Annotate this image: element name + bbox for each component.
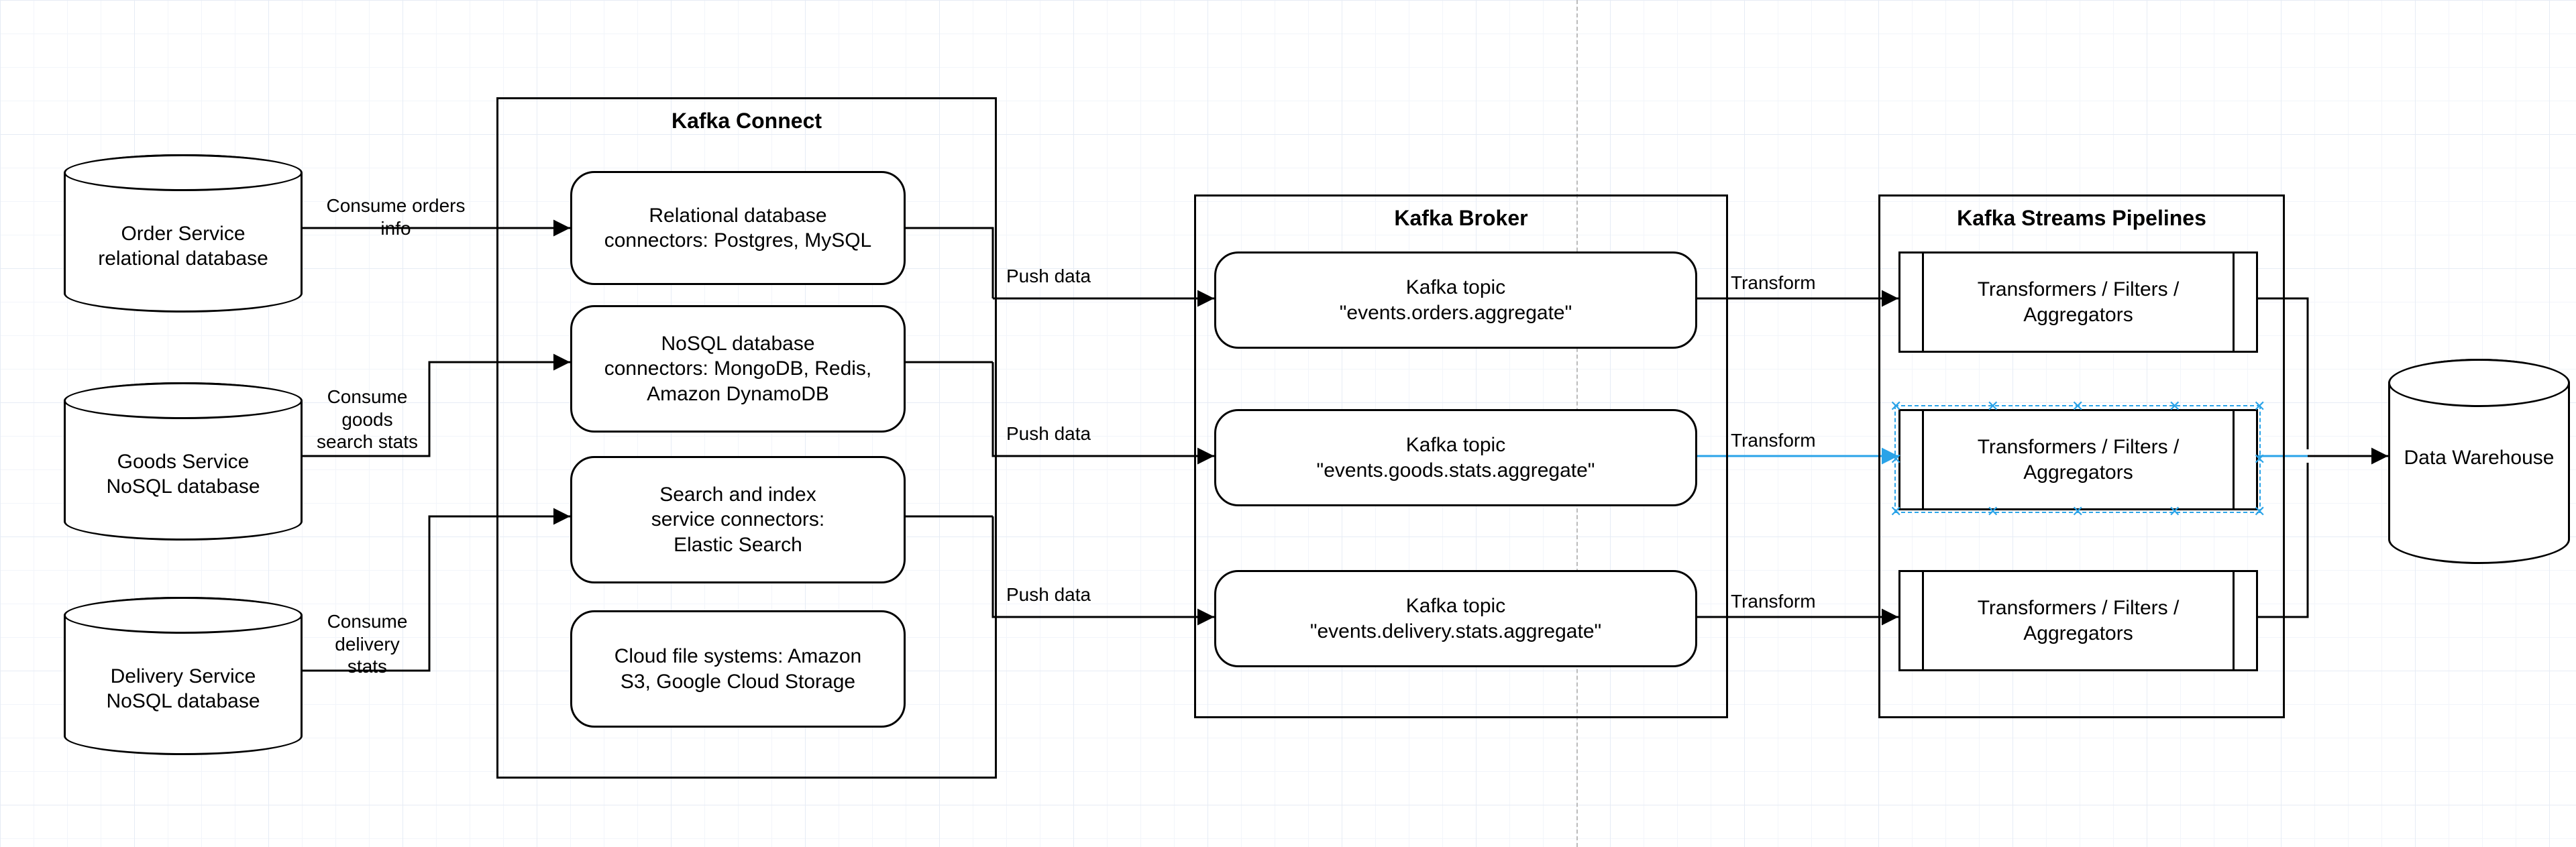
edge-label-transform-1: Transform xyxy=(1731,272,1851,294)
topic-goods[interactable]: Kafka topic "events.goods.stats.aggregat… xyxy=(1214,409,1697,506)
edge-label-transform-2: Transform xyxy=(1731,429,1851,452)
db-order-service[interactable]: Order Service relational database xyxy=(64,154,303,313)
connector-nosql-label: NoSQL database connectors: MongoDB, Redi… xyxy=(604,331,872,407)
edge-label-transform-3: Transform xyxy=(1731,590,1851,613)
pipeline-bar-left-icon xyxy=(1900,411,1924,508)
pipeline-1[interactable]: Transformers / Filters / Aggregators xyxy=(1898,251,2258,353)
pipeline-1-label: Transformers / Filters / Aggregators xyxy=(1978,277,2180,327)
connector-cloud-label: Cloud file systems: Amazon S3, Google Cl… xyxy=(614,644,861,694)
db-order-service-label: Order Service relational database xyxy=(66,221,301,272)
frame-kafka-streams-title: Kafka Streams Pipelines xyxy=(1880,206,2283,231)
topic-delivery[interactable]: Kafka topic "events.delivery.stats.aggre… xyxy=(1214,570,1697,667)
pipeline-bar-left-icon xyxy=(1900,572,1924,669)
edge-label-push-2: Push data xyxy=(1006,422,1127,445)
pipeline-2-label: Transformers / Filters / Aggregators xyxy=(1978,435,2180,485)
topic-orders[interactable]: Kafka topic "events.orders.aggregate" xyxy=(1214,251,1697,349)
connector-search[interactable]: Search and index service connectors: Ela… xyxy=(570,456,906,583)
connector-relational[interactable]: Relational database connectors: Postgres… xyxy=(570,171,906,285)
connector-nosql[interactable]: NoSQL database connectors: MongoDB, Redi… xyxy=(570,305,906,433)
pipeline-bar-right-icon xyxy=(2233,572,2256,669)
edge-label-consume-delivery: Consume delivery stats xyxy=(309,610,426,678)
db-goods-service-label: Goods Service NoSQL database xyxy=(66,449,301,500)
topic-delivery-label: Kafka topic "events.delivery.stats.aggre… xyxy=(1310,594,1601,644)
pipeline-2[interactable]: Transformers / Filters / Aggregators xyxy=(1898,409,2258,510)
edge-label-push-3: Push data xyxy=(1006,583,1127,606)
connector-search-label: Search and index service connectors: Ela… xyxy=(651,482,824,558)
topic-goods-label: Kafka topic "events.goods.stats.aggregat… xyxy=(1317,433,1595,483)
edge-label-push-1: Push data xyxy=(1006,265,1127,288)
connector-cloud[interactable]: Cloud file systems: Amazon S3, Google Cl… xyxy=(570,610,906,728)
frame-kafka-connect-title: Kafka Connect xyxy=(498,109,995,133)
pipeline-bar-right-icon xyxy=(2233,253,2256,351)
pipeline-3-label: Transformers / Filters / Aggregators xyxy=(1978,596,2180,646)
edge-label-consume-goods: Consume goods search stats xyxy=(309,386,426,453)
connector-relational-label: Relational database connectors: Postgres… xyxy=(604,203,872,253)
edge-label-consume-orders: Consume orders info xyxy=(309,194,483,239)
pipeline-bar-left-icon xyxy=(1900,253,1924,351)
db-data-warehouse[interactable]: Data Warehouse xyxy=(2388,359,2570,564)
db-delivery-service-label: Delivery Service NoSQL database xyxy=(66,664,301,714)
topic-orders-label: Kafka topic "events.orders.aggregate" xyxy=(1340,275,1572,325)
frame-kafka-broker-title: Kafka Broker xyxy=(1196,206,1726,231)
db-data-warehouse-label: Data Warehouse xyxy=(2390,445,2568,471)
db-delivery-service[interactable]: Delivery Service NoSQL database xyxy=(64,597,303,755)
pipeline-3[interactable]: Transformers / Filters / Aggregators xyxy=(1898,570,2258,671)
db-goods-service[interactable]: Goods Service NoSQL database xyxy=(64,382,303,541)
pipeline-bar-right-icon xyxy=(2233,411,2256,508)
